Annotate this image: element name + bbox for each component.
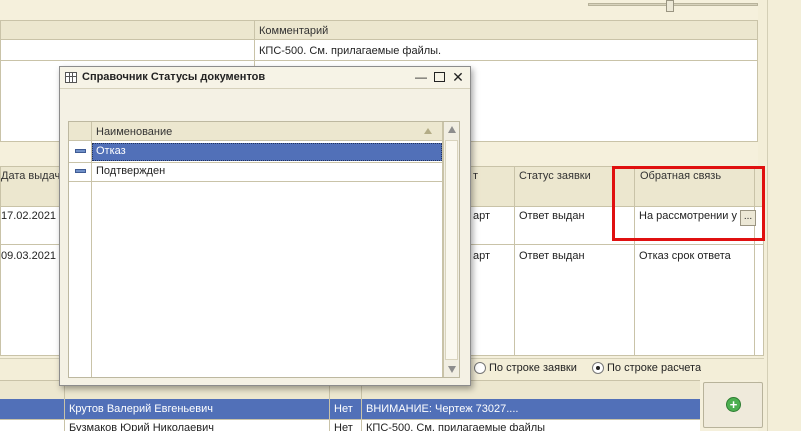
- status-column-header[interactable]: Статус заявки: [519, 170, 591, 182]
- row1-col2[interactable]: арт: [473, 210, 490, 222]
- status-directory-dialog: Справочник Статусы документов — ✕ Наимен…: [59, 66, 471, 386]
- list-item[interactable]: Отказ: [69, 143, 443, 161]
- scroll-down-icon[interactable]: [448, 366, 456, 373]
- comment-column-header[interactable]: Комментарий: [259, 25, 328, 37]
- item-icon: [75, 169, 86, 173]
- row1-status[interactable]: Ответ выдан: [519, 210, 585, 222]
- comment-cell[interactable]: КПС-500. См. прилагаемые файлы.: [259, 45, 441, 57]
- bottom-grid: Крутов Валерий Евгеньевич Нет ВНИМАНИЕ: …: [0, 380, 700, 431]
- item-icon: [75, 149, 86, 153]
- item-label[interactable]: Отказ: [96, 145, 126, 157]
- radio-by-request-line-label[interactable]: По строке заявки: [489, 362, 577, 374]
- list-scrollbar[interactable]: [443, 122, 459, 377]
- list-item[interactable]: Подтвержден: [69, 163, 443, 181]
- date-column-header[interactable]: Дата выдач: [1, 170, 60, 182]
- bottom-row2-name[interactable]: Бузмаков Юрий Николаевич: [69, 422, 214, 431]
- top-slider-thumb[interactable]: [666, 0, 674, 12]
- row2-col2[interactable]: арт: [473, 250, 490, 262]
- radio-by-calc-line[interactable]: [592, 362, 604, 374]
- bottom-row2-flag[interactable]: Нет: [334, 422, 353, 431]
- top-grid-header: [1, 21, 757, 40]
- dialog-title: Справочник Статусы документов: [82, 71, 266, 83]
- row2-date[interactable]: 09.03.2021: [1, 250, 56, 262]
- row2-feedback[interactable]: Отказ срок ответа: [639, 250, 731, 262]
- table-icon: [65, 72, 77, 83]
- minimize-icon[interactable]: —: [414, 70, 428, 84]
- bottom-row1-name[interactable]: Крутов Валерий Евгеньевич: [69, 403, 213, 415]
- col2-header[interactable]: т: [473, 170, 478, 182]
- radio-by-calc-line-label[interactable]: По строке расчета: [607, 362, 701, 374]
- scroll-thumb[interactable]: [445, 140, 458, 360]
- row2-status[interactable]: Ответ выдан: [519, 250, 585, 262]
- row1-date[interactable]: 17.02.2021: [1, 210, 56, 222]
- item-label[interactable]: Подтвержден: [96, 165, 165, 177]
- radio-by-request-line[interactable]: [474, 362, 486, 374]
- name-column-header[interactable]: Наименование: [96, 126, 172, 138]
- dialog-titlebar[interactable]: Справочник Статусы документов — ✕: [60, 67, 470, 89]
- status-list: Наименование Отказ Подтвержден: [68, 121, 460, 378]
- bottom-row1-comment[interactable]: ВНИМАНИЕ: Чертеж 73027....: [366, 403, 518, 415]
- app-window: { "top_grid": { "comment_header": "Комме…: [0, 0, 801, 431]
- add-icon: +: [726, 397, 741, 412]
- bottom-row1-flag[interactable]: Нет: [334, 403, 353, 415]
- maximize-icon[interactable]: [432, 70, 446, 84]
- add-button[interactable]: +: [703, 382, 763, 428]
- feedback-highlight-box: [612, 166, 765, 241]
- scroll-up-icon[interactable]: [448, 126, 456, 133]
- close-icon[interactable]: ✕: [451, 70, 465, 84]
- sort-icon: [424, 128, 432, 134]
- bottom-row2-comment[interactable]: КПС-500. См. прилагаемые файлы: [366, 422, 545, 431]
